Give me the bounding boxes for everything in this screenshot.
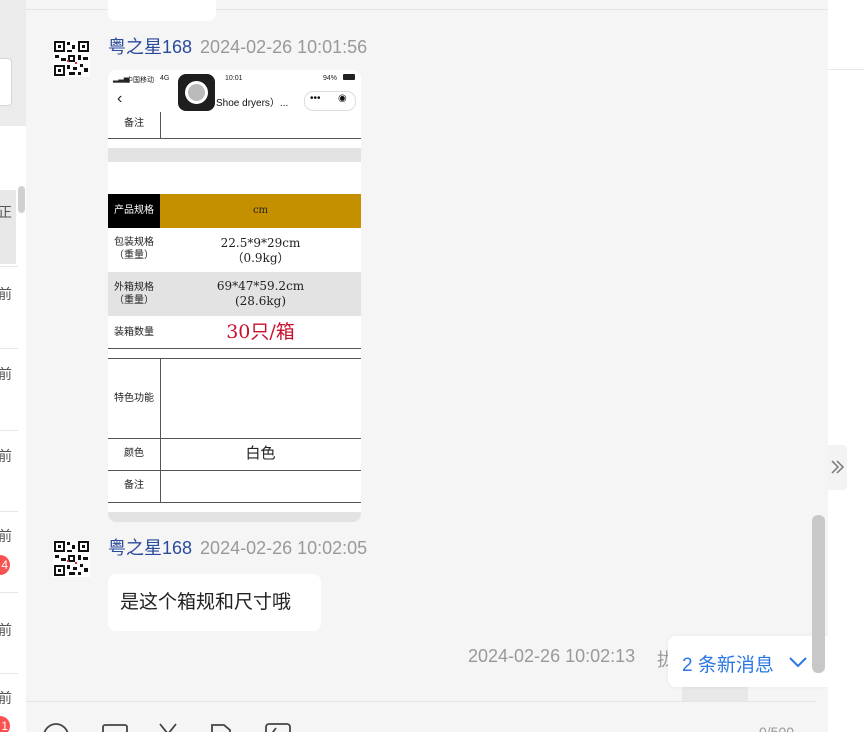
- divider: [0, 673, 18, 674]
- divider: [0, 266, 18, 267]
- folder-icon[interactable]: [264, 718, 292, 732]
- table-line: [108, 438, 361, 439]
- contact-item-time: 正: [0, 204, 12, 220]
- new-messages-button[interactable]: 2 条新消息: [668, 636, 828, 687]
- right-side-panel: [828, 0, 864, 732]
- table-line: [108, 502, 361, 503]
- message-header: 粤之星168 2024-02-26 10:01:56: [108, 36, 367, 58]
- phone-status-bar: ▂▃▅ 中国移动 4G 10:01 94%: [108, 70, 361, 88]
- carton-label: 外箱规格 （重量）: [114, 282, 154, 306]
- divider: [0, 430, 18, 431]
- self-message-bubble[interactable]: [682, 687, 748, 701]
- feature-label: 特色功能: [114, 393, 154, 404]
- char-counter: 0/500: [759, 724, 795, 732]
- sender-name[interactable]: 粤之星168: [108, 538, 192, 558]
- qr-avatar-image: [53, 540, 90, 577]
- new-messages-label: 2 条新消息: [682, 655, 774, 676]
- table-line: [108, 358, 361, 359]
- table-header-unit: cm: [160, 194, 361, 228]
- contact-item-time: 前: [0, 448, 12, 464]
- battery-text: 94%: [323, 75, 338, 82]
- table-line: [108, 138, 361, 139]
- file-icon[interactable]: [209, 718, 233, 732]
- nav-title: Shoe dryers）...: [216, 98, 289, 109]
- divider: [0, 511, 18, 512]
- table-gap: [108, 512, 361, 522]
- table-gap: [108, 148, 361, 162]
- color-value: 白色: [245, 444, 276, 462]
- carton-value: 69*47*59.2cm (28.6kg): [216, 279, 305, 308]
- status-time: 10:01: [225, 75, 243, 82]
- color-label: 颜色: [124, 448, 144, 459]
- text-message-bubble[interactable]: 是这个箱规和尺寸哦: [108, 574, 321, 631]
- contact-list-scrollbar[interactable]: [18, 186, 25, 213]
- pack-value: 22.5*9*29cm （0.9kg）: [220, 236, 301, 265]
- table-line: [108, 348, 361, 349]
- chevron-down-icon: [789, 657, 807, 668]
- expand-panel-icon: [831, 460, 845, 474]
- emoji-icon[interactable]: [43, 718, 69, 732]
- table-line: [160, 358, 161, 502]
- table-line: [108, 470, 361, 471]
- self-message-time: 2024-02-26 10:02:13: [468, 646, 636, 666]
- sender-name[interactable]: 粤之星168: [108, 37, 192, 57]
- contact-item-time: 前: [0, 528, 12, 544]
- search-input[interactable]: [0, 58, 12, 106]
- remark-label: 备注: [124, 118, 144, 129]
- unread-badge: 4: [0, 555, 10, 575]
- avatar[interactable]: [53, 40, 90, 77]
- table-header-label: 产品规格: [108, 194, 160, 228]
- qty-label: 装箱数量: [114, 327, 154, 338]
- previous-message-bubble[interactable]: [108, 0, 216, 21]
- divider: [828, 69, 864, 70]
- more-icon: •••: [310, 93, 321, 104]
- chat-area: 粤之星168 2024-02-26 10:01:56 ▂▃▅ 中国移动 4G 10…: [26, 0, 828, 732]
- unread-badge: 1: [0, 716, 10, 732]
- contact-item-time: 前: [0, 622, 12, 638]
- message-header: 粤之星168 2024-02-26 10:02:05: [108, 537, 367, 559]
- divider: [0, 348, 18, 349]
- image-icon[interactable]: [102, 718, 128, 732]
- scissors-icon[interactable]: [156, 718, 180, 732]
- message-time: 2024-02-26 10:02:05: [200, 538, 368, 558]
- miniapp-capsule: ••• ◉: [304, 91, 356, 111]
- image-message[interactable]: ▂▃▅ 中国移动 4G 10:01 94% ‹ Shoe dryers）... …: [108, 70, 361, 522]
- remark-label: 备注: [124, 480, 144, 491]
- input-divider: [26, 701, 816, 702]
- message-time: 2024-02-26 10:01:56: [200, 37, 368, 57]
- contact-item-time: 前: [0, 366, 12, 382]
- expand-panel-button[interactable]: [828, 445, 847, 490]
- back-icon: ‹: [117, 90, 123, 107]
- close-icon: ◉: [338, 93, 347, 104]
- carrier-text: 中国移动: [126, 77, 154, 84]
- chat-scrollbar[interactable]: [812, 515, 825, 673]
- avatar[interactable]: [53, 540, 90, 577]
- battery-icon: [343, 74, 355, 80]
- screen-record-icon: [178, 74, 215, 111]
- table-line: [160, 112, 161, 138]
- qty-value: 30只/箱: [226, 321, 295, 343]
- pack-label: 包装规格 （重量）: [114, 237, 154, 261]
- divider: [0, 592, 18, 593]
- contact-item-time: 前: [0, 286, 12, 302]
- contact-item-time: 前: [0, 690, 12, 706]
- qr-avatar-image: [53, 40, 90, 77]
- network-text: 4G: [160, 75, 170, 82]
- contact-list-panel: 正 前 前 前 前 4 前 前 1: [0, 0, 26, 732]
